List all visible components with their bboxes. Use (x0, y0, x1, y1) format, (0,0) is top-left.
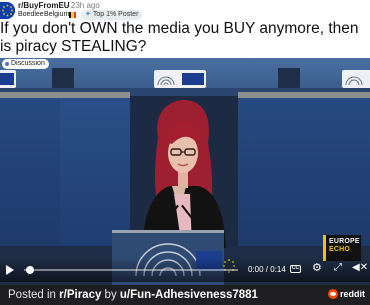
gallery-seat (278, 68, 300, 88)
flair-dot-icon (5, 62, 9, 66)
echo-logo-line2: ECHO (329, 246, 351, 253)
footer-user-link[interactable]: u/Fun-Adhesiveness7881 (120, 289, 258, 301)
eu-parliament-sign (0, 70, 16, 88)
footer-subreddit-link[interactable]: r/Piracy (59, 289, 101, 301)
gallery-seat (52, 68, 74, 88)
player-controls: 0:00 / 0:14 CC ⚙ ⤢ ◀✕ (0, 258, 370, 282)
top-poster-badge: ✦ Top 1% Poster (81, 10, 143, 20)
speaker-figure (142, 100, 226, 248)
gear-icon[interactable]: ⚙ (312, 263, 322, 274)
expand-icon[interactable]: ⤢ (334, 263, 342, 273)
parliament-panel (60, 96, 130, 246)
reddit-brand[interactable]: reddit (328, 289, 365, 299)
parliament-panel (0, 96, 60, 246)
mute-icon[interactable]: ◀✕ (352, 263, 368, 273)
eu-parliament-sign (342, 70, 370, 88)
footer-prefix: Posted in (8, 289, 60, 301)
video-player[interactable]: Discussion EUROPE ECHO (0, 58, 370, 285)
subreddit-avatar[interactable] (0, 2, 15, 19)
post-header: r/BuyFromEU · 23h ago Boedlee Belgium ✦ … (0, 0, 370, 58)
reddit-logo-icon (328, 289, 338, 299)
play-icon[interactable] (6, 265, 14, 275)
panel-ledge (0, 92, 130, 98)
eu-parliament-sign (154, 70, 206, 88)
belgium-flag-icon (69, 12, 76, 18)
progress-track[interactable] (24, 269, 238, 271)
panel-ledge (238, 92, 370, 98)
badge-label: Top 1% Poster (92, 11, 139, 18)
user-flair: Belgium (44, 11, 70, 18)
post-time: · 23h ago (66, 1, 100, 10)
subreddit-name[interactable]: r/BuyFromEU (18, 1, 70, 10)
parliament-panel (238, 96, 370, 246)
footer-by: by (101, 289, 120, 301)
closed-captions-icon[interactable]: CC (290, 265, 301, 273)
footer-attribution: Posted in r/Piracy by u/Fun-Adhesiveness… (8, 288, 258, 302)
discussion-flair-tag[interactable]: Discussion (2, 59, 49, 69)
author-name[interactable]: Boedlee (18, 11, 44, 18)
progress-knob[interactable] (26, 266, 34, 274)
embed-footer: Posted in r/Piracy by u/Fun-Adhesiveness… (0, 285, 370, 305)
echo-logo-line1: EUROPE (329, 238, 360, 245)
time-display: 0:00 / 0:14 (248, 265, 286, 274)
post-title[interactable]: If you don't OWN the media you BUY anymo… (0, 20, 360, 56)
reddit-wordmark: reddit (340, 289, 366, 299)
badge-star-icon: ✦ (85, 11, 91, 18)
parliament-logo-icon (157, 76, 175, 86)
flair-tag-label: Discussion (11, 60, 45, 67)
